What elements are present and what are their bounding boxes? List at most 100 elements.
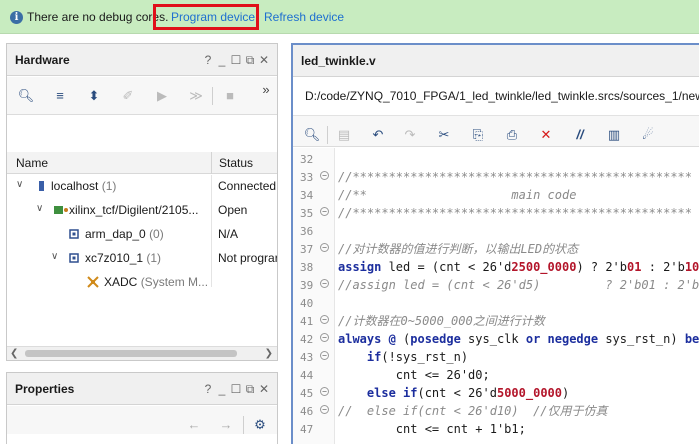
xadc-icon bbox=[87, 276, 99, 288]
code-line[interactable]: //**************************************… bbox=[338, 168, 692, 186]
code-line[interactable]: //assign led = (cnt < 26'd5) ? 2'b01 : 2… bbox=[338, 276, 699, 294]
code-line[interactable]: //对计数器的值进行判断，以输出LED的状态 bbox=[338, 240, 578, 258]
editor-tab[interactable]: led_twinkle.v bbox=[293, 45, 699, 77]
run-trigger-immediate-icon[interactable]: ≫ bbox=[187, 87, 205, 105]
editor-toolbar: 🔍︎ ▤ ↶ ↷ ✂ ⎘ ⎙ ✕ // ▥ ☄ bbox=[293, 115, 699, 147]
column-divider[interactable] bbox=[211, 152, 212, 174]
maximize-icon[interactable]: ☐ bbox=[229, 382, 243, 396]
tree-row-count: (1) bbox=[146, 251, 162, 265]
code-line[interactable]: // else if(cnt < 26'd10) //仅用于仿真 bbox=[338, 402, 608, 420]
forward-arrow-icon[interactable]: → bbox=[217, 416, 235, 434]
maximize-icon[interactable]: ☐ bbox=[229, 53, 243, 67]
cut-icon[interactable]: ✂ bbox=[435, 126, 453, 144]
fold-toggle-icon[interactable]: − bbox=[320, 279, 329, 288]
line-number-text: 43 bbox=[300, 351, 314, 364]
properties-panel: Properties ? _ ☐ ⧉ ✕ ← → ⚙ bbox=[6, 372, 278, 444]
tree-row-target[interactable]: ∨ xilinx_tcf/Digilent/2105... Open bbox=[7, 199, 277, 223]
fold-toggle-icon[interactable]: − bbox=[320, 387, 329, 396]
fold-toggle-icon[interactable]: − bbox=[320, 243, 329, 252]
code-token: 10 bbox=[684, 260, 699, 274]
help-icon[interactable]: ? bbox=[201, 382, 215, 396]
expand-arrow-icon[interactable]: ∨ bbox=[36, 203, 48, 214]
search-icon[interactable]: 🔍︎ bbox=[303, 126, 321, 144]
paste-icon[interactable]: ⎙ bbox=[503, 126, 521, 144]
editor-tab-title[interactable]: led_twinkle.v bbox=[301, 54, 376, 68]
stop-trigger-icon[interactable]: ■ bbox=[221, 87, 239, 105]
line-number: 37− bbox=[293, 240, 335, 258]
help-icon[interactable]: ? bbox=[201, 53, 215, 67]
code-token: (cnt < 26'd bbox=[417, 386, 497, 400]
collapse-all-icon[interactable]: ≡ bbox=[51, 87, 69, 105]
line-number-text: 36 bbox=[300, 225, 314, 238]
comment-toggle-icon[interactable]: // bbox=[571, 126, 589, 144]
chip-icon bbox=[68, 252, 80, 264]
expand-arrow-icon[interactable]: ∨ bbox=[16, 179, 28, 190]
code-token: sys_clk bbox=[460, 332, 526, 346]
copy-icon[interactable]: ⎘ bbox=[469, 126, 487, 144]
code-token: ( bbox=[395, 332, 411, 346]
expand-arrow-icon[interactable]: ∨ bbox=[51, 251, 63, 262]
minimize-icon[interactable]: _ bbox=[215, 382, 229, 396]
code-line[interactable]: assign led = (cnt < 26'd2500_0000) ? 2'b… bbox=[338, 258, 699, 276]
line-number-text: 37 bbox=[300, 243, 314, 256]
column-status[interactable]: Status bbox=[219, 156, 253, 170]
code-token: assign bbox=[338, 260, 382, 274]
line-number-text: 47 bbox=[300, 423, 314, 436]
code-token: begin bbox=[684, 332, 699, 346]
code-token: //**************************************… bbox=[338, 170, 693, 184]
insert-template-icon[interactable]: ▥ bbox=[605, 126, 623, 144]
gear-icon[interactable]: ⚙ bbox=[251, 416, 269, 434]
scroll-right-icon[interactable]: ❯ bbox=[265, 348, 273, 359]
editor-panel: led_twinkle.v D:/code/ZYNQ_7010_FPGA/1_l… bbox=[291, 43, 699, 444]
column-name[interactable]: Name bbox=[16, 156, 48, 170]
fold-toggle-icon[interactable]: − bbox=[320, 315, 329, 324]
code-line[interactable]: //**************************************… bbox=[338, 204, 692, 222]
tree-row-arm-dap[interactable]: arm_dap_0 (0) N/A bbox=[7, 223, 277, 247]
toolbar-overflow-icon[interactable]: » bbox=[257, 81, 275, 99]
tree-row-name: xilinx_tcf/Digilent/2105... bbox=[69, 203, 199, 217]
search-icon[interactable]: 🔍︎ bbox=[17, 87, 35, 105]
auto-connect-icon[interactable]: ✐ bbox=[119, 87, 137, 105]
fold-toggle-icon[interactable]: − bbox=[320, 333, 329, 342]
code-token: 2500_0000 bbox=[511, 260, 577, 274]
code-line[interactable]: else if(cnt < 26'd5000_0000) bbox=[338, 384, 569, 402]
banner-message: There are no debug cores. bbox=[27, 10, 169, 24]
tree-row-count: (0) bbox=[149, 227, 164, 241]
tree-row-localhost[interactable]: ∨ localhost (1) Connected bbox=[7, 175, 277, 199]
fold-toggle-icon[interactable]: − bbox=[320, 171, 329, 180]
redo-icon[interactable]: ↷ bbox=[401, 126, 419, 144]
fold-toggle-icon[interactable]: − bbox=[320, 351, 329, 360]
back-arrow-icon[interactable]: ← bbox=[185, 416, 203, 434]
line-number: 46− bbox=[293, 402, 335, 420]
lightbulb-icon[interactable]: ☄ bbox=[639, 126, 657, 144]
float-icon[interactable]: ⧉ bbox=[243, 382, 257, 397]
scrollbar-thumb[interactable] bbox=[25, 350, 237, 357]
minimize-icon[interactable]: _ bbox=[215, 53, 229, 67]
close-icon[interactable]: ✕ bbox=[257, 382, 271, 396]
run-trigger-icon[interactable]: ▶ bbox=[153, 87, 171, 105]
tree-row-xadc[interactable]: XADC (System M... bbox=[7, 271, 277, 295]
close-icon[interactable]: ✕ bbox=[257, 53, 271, 67]
code-line[interactable]: always @ (posedge sys_clk or negedge sys… bbox=[338, 330, 699, 348]
delete-icon[interactable]: ✕ bbox=[537, 126, 555, 144]
code-line[interactable]: //计数器在0~5000_000之间进行计数 bbox=[338, 312, 545, 330]
expand-all-icon[interactable]: ⬍ bbox=[85, 87, 103, 105]
line-number-text: 45 bbox=[300, 387, 314, 400]
tree-row-xc7z010[interactable]: ∨ xc7z010_1 (1) Not prograr bbox=[7, 247, 277, 271]
refresh-device-link[interactable]: Refresh device bbox=[264, 10, 344, 24]
tree-row-count: (1) bbox=[101, 179, 117, 193]
code-line[interactable]: cnt <= 26'd0; bbox=[338, 366, 490, 384]
save-icon[interactable]: ▤ bbox=[335, 126, 353, 144]
fold-toggle-icon[interactable]: − bbox=[320, 405, 329, 414]
horizontal-scrollbar[interactable]: ❮ ❯ bbox=[7, 346, 277, 360]
line-number-text: 40 bbox=[300, 297, 314, 310]
line-number: 47 bbox=[293, 420, 335, 438]
code-line[interactable]: cnt <= cnt + 1'b1; bbox=[338, 420, 526, 438]
undo-icon[interactable]: ↶ bbox=[369, 126, 387, 144]
scroll-left-icon[interactable]: ❮ bbox=[10, 348, 18, 359]
code-editor[interactable]: 32 33−34 35−36 37−38 39−40 41−42−43−44 45−46−4… bbox=[293, 148, 699, 444]
fold-toggle-icon[interactable]: − bbox=[320, 207, 329, 216]
float-icon[interactable]: ⧉ bbox=[243, 53, 257, 68]
code-line[interactable]: if(!sys_rst_n) bbox=[338, 348, 468, 366]
code-line[interactable]: //** main code bbox=[338, 186, 576, 204]
